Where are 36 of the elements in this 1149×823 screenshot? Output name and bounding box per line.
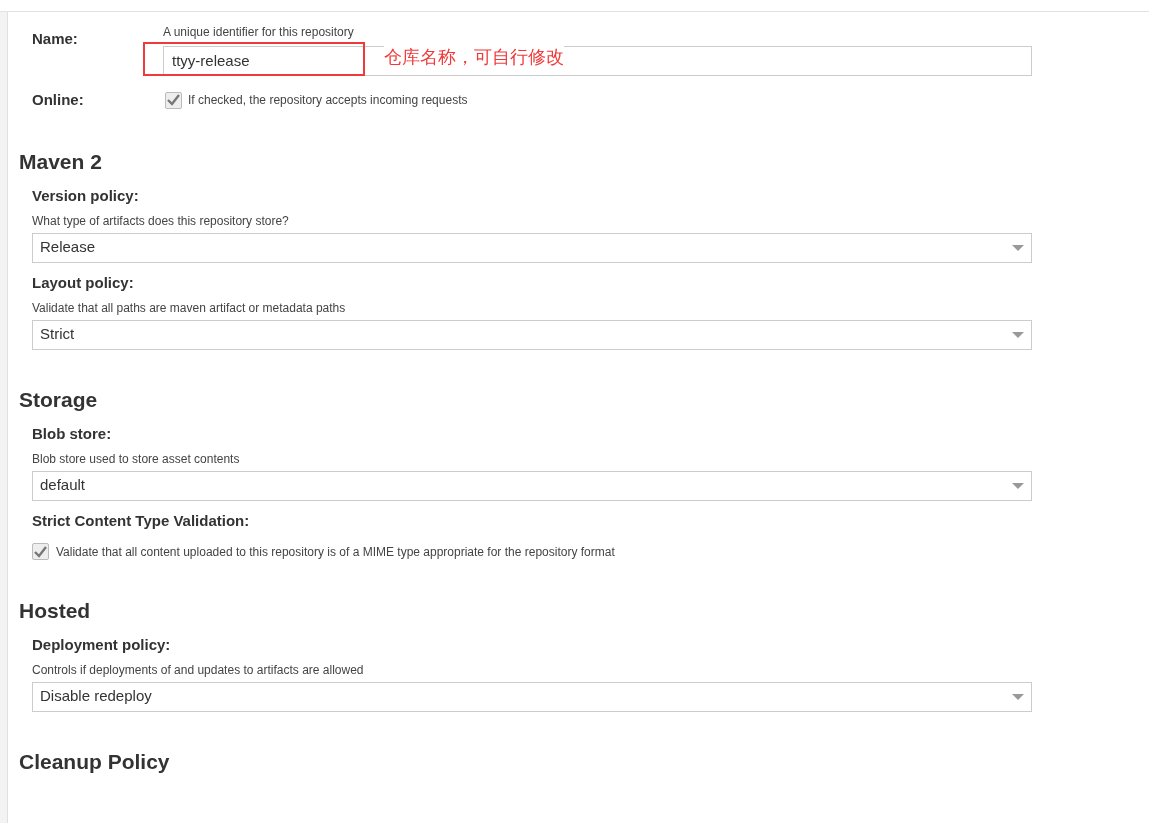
dropdown-caret-icon xyxy=(1012,693,1024,700)
field-label: Name: xyxy=(32,29,79,49)
field-label: Blob store: xyxy=(32,423,113,444)
select-value: Strict xyxy=(40,324,75,345)
checkbox-description: Validate that all content uploaded to this repository is of a MIME type appropriate for the repository format xyxy=(56,543,615,561)
select-field[interactable]: default xyxy=(32,470,1032,501)
field-hint: Controls if deployments of and updates to artifacts are allowed xyxy=(32,661,365,678)
section-heading: Cleanup Policy xyxy=(19,748,171,775)
field-label: Layout policy: xyxy=(32,272,135,293)
field-label: Version policy: xyxy=(32,185,140,206)
field-hint: A unique identifier for this repository xyxy=(163,26,354,38)
section-heading: Storage xyxy=(19,386,99,413)
select-field[interactable]: Release xyxy=(32,232,1032,263)
section-heading: Hosted xyxy=(19,597,92,624)
select-field[interactable]: Strict xyxy=(32,319,1032,350)
annotation-text: 仓库名称，可自行修改 xyxy=(384,45,564,69)
checkbox[interactable] xyxy=(32,543,49,560)
checkmark-icon xyxy=(34,545,47,558)
field-label: Online: xyxy=(32,90,85,110)
checkbox[interactable] xyxy=(165,91,182,109)
input-value: ttyy-release xyxy=(172,50,250,71)
select-field[interactable]: Disable redeploy xyxy=(32,681,1032,712)
checkbox-description: If checked, the repository accepts incoming requests xyxy=(188,92,468,110)
dropdown-caret-icon xyxy=(1012,331,1024,338)
select-value: default xyxy=(40,475,86,496)
field-hint: What type of artifacts does this repository store? xyxy=(32,212,290,229)
field-hint: Validate that all paths are maven artifact or metadata paths xyxy=(32,299,347,316)
select-value: Disable redeploy xyxy=(40,686,152,707)
select-value: Release xyxy=(40,237,96,258)
dropdown-caret-icon xyxy=(1012,244,1024,251)
field-label: Strict Content Type Validation: xyxy=(32,510,251,531)
checkmark-icon xyxy=(167,94,180,107)
field-hint: Blob store used to store asset contents xyxy=(32,450,241,467)
dropdown-caret-icon xyxy=(1012,482,1024,489)
field-label: Deployment policy: xyxy=(32,634,172,655)
section-heading: Maven 2 xyxy=(19,148,103,175)
